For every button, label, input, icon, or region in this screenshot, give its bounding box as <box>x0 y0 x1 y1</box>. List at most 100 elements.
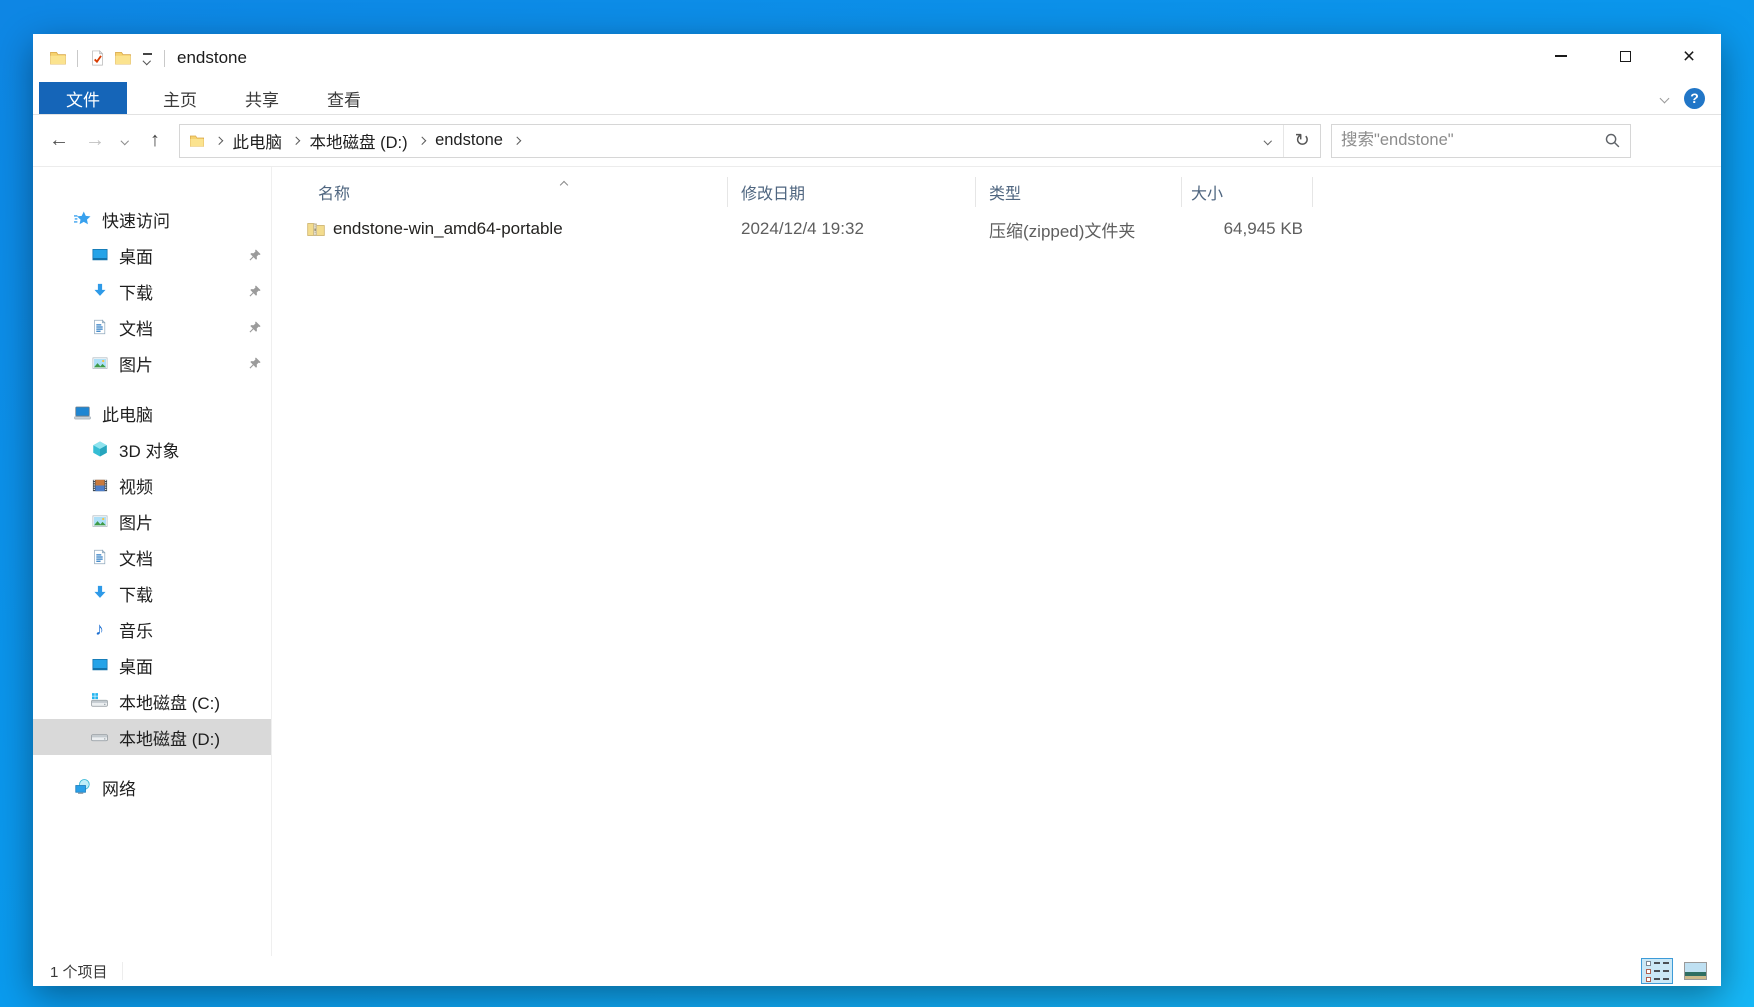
sidebar-item-desktop-pinned[interactable]: 桌面 <box>33 237 271 273</box>
maximize-icon <box>1620 51 1631 62</box>
sidebar-item-this-pc[interactable]: 此电脑 <box>33 395 271 431</box>
close-button[interactable]: × <box>1657 34 1721 78</box>
minimize-button[interactable] <box>1529 34 1593 78</box>
breadcrumb-chevron-icon <box>216 138 222 144</box>
sidebar-item-label: 桌面 <box>119 653 153 678</box>
refresh-button[interactable]: ↻ <box>1284 125 1320 157</box>
sidebar-item-local-disk-d[interactable]: 本地磁盘 (D:) <box>33 719 271 755</box>
drive-d-icon <box>90 728 109 747</box>
help-button[interactable]: ? <box>1684 88 1705 109</box>
search-box[interactable] <box>1331 124 1631 158</box>
column-header-name[interactable]: 名称 <box>318 177 728 207</box>
status-divider <box>122 962 123 980</box>
thumbnail-view-icon <box>1684 962 1707 980</box>
item-count: 1 个项目 <box>50 961 108 982</box>
location-folder-icon <box>189 133 205 149</box>
column-header-size[interactable]: 大小 <box>1182 177 1313 207</box>
view-toggle-buttons <box>1641 958 1711 984</box>
tab-home[interactable]: 主页 <box>139 82 221 114</box>
breadcrumb-local-disk-d[interactable]: 本地磁盘 (D:) <box>303 129 415 153</box>
sidebar-item-documents-pinned[interactable]: 文档 <box>33 309 271 345</box>
navigation-bar: ← → ↑ 此电脑 本地磁盘 (D:) endstone ↻ <box>33 115 1721 167</box>
maximize-button[interactable] <box>1593 34 1657 78</box>
window-title: endstone <box>177 48 247 68</box>
pin-icon <box>248 283 262 303</box>
breadcrumb-this-pc[interactable]: 此电脑 <box>226 129 290 153</box>
sidebar-item-network[interactable]: 网络 <box>33 769 271 805</box>
search-input[interactable] <box>1341 131 1604 150</box>
desktop-background: endstone × 文件 主页 共享 查看 ? ← → ↑ 此电脑 本地磁盘 <box>0 0 1754 1007</box>
ribbon-tab-bar: 文件 主页 共享 查看 ? <box>33 82 1721 115</box>
sidebar-item-label: 3D 对象 <box>119 437 179 462</box>
forward-button[interactable]: → <box>77 123 113 159</box>
close-icon: × <box>1683 46 1695 67</box>
file-list-area: 名称 修改日期 类型 大小 endstone-win_amd64-portabl… <box>272 167 1721 956</box>
column-header-date[interactable]: 修改日期 <box>728 177 976 207</box>
sidebar-item-desktop[interactable]: 桌面 <box>33 647 271 683</box>
qat-new-folder-icon[interactable] <box>110 43 136 73</box>
tab-share[interactable]: 共享 <box>221 82 303 114</box>
sidebar-item-label: 音乐 <box>119 617 153 642</box>
sidebar-item-videos[interactable]: 视频 <box>33 467 271 503</box>
ribbon-collapse-button[interactable] <box>1661 95 1668 102</box>
up-button[interactable]: ↑ <box>137 123 173 159</box>
minimize-icon <box>1555 55 1567 57</box>
large-icons-view-button[interactable] <box>1679 958 1711 984</box>
search-icon[interactable] <box>1604 132 1621 149</box>
drive-c-icon <box>90 692 109 711</box>
details-view-button[interactable] <box>1641 958 1673 984</box>
sidebar-item-label: 此电脑 <box>102 401 153 426</box>
previous-locations-button[interactable] <box>1253 125 1283 157</box>
qat-properties-icon[interactable] <box>84 43 110 73</box>
sidebar-item-label: 下载 <box>119 279 153 304</box>
documents-icon <box>90 548 109 567</box>
breadcrumb-chevron-icon[interactable] <box>514 138 520 144</box>
column-header-type[interactable]: 类型 <box>976 177 1182 207</box>
pin-icon <box>248 319 262 339</box>
chevron-down-icon <box>143 57 151 65</box>
sidebar-item-local-disk-c[interactable]: 本地磁盘 (C:) <box>33 683 271 719</box>
sidebar-item-downloads-pinned[interactable]: 下载 <box>33 273 271 309</box>
breadcrumb-endstone[interactable]: endstone <box>428 131 510 150</box>
sidebar-item-documents[interactable]: 文档 <box>33 539 271 575</box>
navigation-pane: 快速访问 桌面 下载 文档 <box>33 167 272 956</box>
sidebar-item-label: 文档 <box>119 315 153 340</box>
sidebar-item-music[interactable]: ♪ 音乐 <box>33 611 271 647</box>
recent-locations-button[interactable] <box>113 123 137 159</box>
3d-objects-icon <box>90 440 109 459</box>
network-icon <box>73 778 92 797</box>
chevron-down-icon <box>121 137 129 145</box>
this-pc-icon <box>73 404 92 423</box>
sidebar-item-label: 图片 <box>119 509 153 534</box>
sidebar-item-pictures[interactable]: 图片 <box>33 503 271 539</box>
ribbon-right-controls: ? <box>1661 82 1721 114</box>
sort-ascending-icon <box>561 175 567 193</box>
sidebar-item-label: 本地磁盘 (C:) <box>119 689 220 714</box>
sidebar-item-pictures-pinned[interactable]: 图片 <box>33 345 271 381</box>
caption-buttons: × <box>1529 34 1721 82</box>
tab-view[interactable]: 查看 <box>303 82 385 114</box>
file-explorer-window: endstone × 文件 主页 共享 查看 ? ← → ↑ 此电脑 本地磁盘 <box>33 34 1721 986</box>
column-headers: 名称 修改日期 类型 大小 <box>272 173 1721 211</box>
documents-icon <box>90 318 109 337</box>
file-name-cell[interactable]: endstone-win_amd64-portable <box>306 219 728 239</box>
address-bar[interactable]: 此电脑 本地磁盘 (D:) endstone ↻ <box>179 124 1321 158</box>
zip-folder-icon <box>306 220 326 239</box>
back-button[interactable]: ← <box>41 123 77 159</box>
column-header-label: 修改日期 <box>741 180 805 204</box>
downloads-icon <box>90 282 109 301</box>
sidebar-item-label: 桌面 <box>119 243 153 268</box>
breadcrumb-chevron-icon[interactable] <box>293 138 299 144</box>
breadcrumb-chevron-icon[interactable] <box>419 138 425 144</box>
sidebar-item-3d-objects[interactable]: 3D 对象 <box>33 431 271 467</box>
column-header-label: 类型 <box>989 180 1021 204</box>
tab-file[interactable]: 文件 <box>39 82 127 114</box>
file-type: 压缩(zipped)文件夹 <box>976 217 1182 242</box>
sidebar-item-label: 网络 <box>102 775 136 800</box>
pictures-icon <box>90 354 109 373</box>
sidebar-item-downloads[interactable]: 下载 <box>33 575 271 611</box>
sidebar-item-quick-access[interactable]: 快速访问 <box>33 201 271 237</box>
file-row[interactable]: endstone-win_amd64-portable 2024/12/4 19… <box>272 211 1721 247</box>
sidebar-item-label: 视频 <box>119 473 153 498</box>
customize-qat-button[interactable] <box>136 53 158 64</box>
